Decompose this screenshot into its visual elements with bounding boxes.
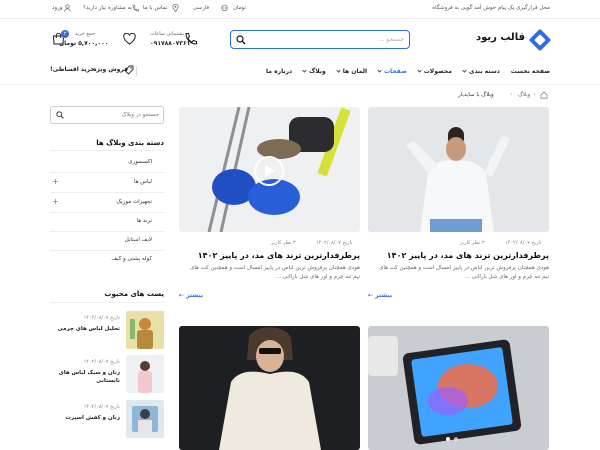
location-icon <box>172 4 179 12</box>
chevron-down-icon <box>377 67 382 73</box>
tag-icon <box>124 65 134 75</box>
support-label: پشتیبانی ساعات <box>150 31 184 37</box>
breadcrumb-current: وبلاگ با سایدبار <box>458 92 494 98</box>
popular-post-date: تاریخ ۱۴۰۲/۰۸/۰۷ <box>83 359 120 365</box>
breadcrumb-blog[interactable]: وبلاگ <box>518 92 530 98</box>
sidebar-search-input[interactable] <box>69 109 159 121</box>
expand-plus-icon[interactable]: + <box>52 197 59 206</box>
installment-link[interactable]: خرید اقساطی! <box>50 66 95 73</box>
search-input[interactable] <box>254 32 404 47</box>
post-excerpt: هودی همچنان پرفروش ترین لباس در پاییز ام… <box>379 265 549 280</box>
globe-icon <box>221 4 228 12</box>
support-phone[interactable]: ۰۹۱۷۸۸۰۷۳۶۱ <box>150 40 190 47</box>
category-item[interactable]: کوله پشتی و کیف <box>50 251 164 270</box>
popular-post-title[interactable]: زنان و سبک لباس های تابستانی <box>50 369 120 385</box>
popular-title: پست های محبوب <box>104 290 164 298</box>
post-comments[interactable]: ۳ نظر کاربر <box>460 240 485 246</box>
category-item[interactable]: لایف استایل <box>50 232 164 251</box>
nav-item-home[interactable]: صفحه نخست <box>511 68 550 75</box>
popular-post-thumbnail[interactable] <box>126 400 164 438</box>
breadcrumb-separator: ‹ <box>510 91 513 98</box>
read-more-link[interactable]: بیشتر ⇠ <box>368 292 392 299</box>
category-item[interactable]: تجهیزات موزیک + <box>50 194 164 213</box>
post-comments[interactable]: ۳ نظر کاربر <box>271 240 296 246</box>
top-bar: محل قرارگیری یک پیام خوش آمد گویی به فرو… <box>0 0 600 18</box>
nav-divider <box>0 84 600 85</box>
category-item[interactable]: لباس ها + <box>50 174 164 193</box>
phone-small-icon <box>132 4 139 12</box>
post-image[interactable] <box>179 107 360 232</box>
popular-post-date: تاریخ ۱۴۰۲/۰۸/۰۷ <box>83 315 120 321</box>
arrow-left-icon: ⇠ <box>179 292 185 299</box>
chevron-down-icon <box>462 67 467 73</box>
post-image[interactable] <box>179 326 360 450</box>
post-title[interactable]: پرطرفدارترین ترند های مد، در پاییز ۱۴۰۲ <box>198 251 360 260</box>
cart-label: جمع خرید <box>75 31 96 37</box>
section-divider <box>50 302 164 303</box>
category-item[interactable]: اکسسوری <box>50 154 164 173</box>
breadcrumb-separator: ‹ <box>533 91 536 98</box>
login-link[interactable]: ورود <box>52 5 62 11</box>
logo-mark[interactable] <box>528 28 552 52</box>
read-more-link[interactable]: بیشتر ⇠ <box>179 292 203 299</box>
home-icon[interactable] <box>540 91 548 99</box>
expand-plus-icon[interactable]: + <box>52 177 59 186</box>
post-date: تاریخ ۱۴۰۲/۰۸/۰۷ <box>316 240 353 246</box>
cart-total: ۵,۷۰۰,۰۰۰ تومان <box>59 40 109 47</box>
cart-count-badge: ۲ <box>61 30 69 38</box>
sidebar-search[interactable] <box>50 106 164 124</box>
nav-item-elements[interactable]: المان ها <box>336 67 367 75</box>
welcome-message: محل قرارگیری یک پیام خوش آمد گویی به فرو… <box>432 5 550 11</box>
post-image[interactable] <box>368 326 549 450</box>
chevron-down-icon <box>302 67 307 73</box>
popular-post-title[interactable]: تحلیل لباس های چرمی <box>50 325 120 333</box>
nav-item-blog[interactable]: وبلاگ <box>302 67 326 75</box>
contact-link[interactable]: تماس با ما <box>143 5 167 11</box>
main-nav: صفحه نخست دسته بندی محصولات صفحات المان … <box>255 66 550 76</box>
chevron-down-icon <box>336 67 341 73</box>
popular-post-title[interactable]: زنان و کفش اسپرت <box>50 414 120 422</box>
language-selector[interactable]: فارسی <box>193 5 209 11</box>
popular-post-item[interactable]: تاریخ ۱۴۰۲/۰۸/۰۷ زنان و کفش اسپرت <box>50 400 164 440</box>
header-search[interactable] <box>230 30 410 49</box>
popular-post-item[interactable]: تاریخ ۱۴۰۲/۰۸/۰۷ تحلیل لباس های چرمی <box>50 311 164 351</box>
heart-icon[interactable] <box>123 33 136 45</box>
search-icon[interactable] <box>236 34 246 45</box>
logo-text[interactable]: قالب ریود <box>476 32 525 43</box>
special-sale-link[interactable]: فروش ویژه <box>93 66 128 73</box>
user-icon <box>64 4 71 12</box>
nav-item-products[interactable]: محصولات <box>417 67 452 75</box>
section-divider <box>50 150 164 151</box>
nav-item-about[interactable]: درباره ما <box>266 68 292 75</box>
post-excerpt: هودی همچنان پرفروش ترین لباس در پاییز ام… <box>190 265 360 280</box>
topbar-divider <box>0 18 600 19</box>
category-item[interactable]: ترند ها <box>50 213 164 232</box>
chevron-down-icon <box>417 67 422 73</box>
nav-item-categories[interactable]: دسته بندی <box>462 67 500 75</box>
popular-post-thumbnail[interactable] <box>126 355 164 393</box>
nav-separator <box>136 66 137 76</box>
popular-post-thumbnail[interactable] <box>126 311 164 349</box>
currency-selector[interactable]: تومان <box>233 5 246 11</box>
categories-title: دسته بندی وبلاگ ها <box>96 139 164 147</box>
post-image[interactable] <box>368 107 549 232</box>
post-title[interactable]: پرطرفدارترین ترند های مد، در پاییز ۱۴۰۲ <box>387 251 549 260</box>
popular-post-item[interactable]: تاریخ ۱۴۰۲/۰۸/۰۷ زنان و سبک لباس های تاب… <box>50 355 164 395</box>
nav-item-pages[interactable]: صفحات <box>377 67 407 75</box>
search-icon[interactable] <box>56 111 64 119</box>
post-date: تاریخ ۱۴۰۲/۰۸/۰۷ <box>505 240 542 246</box>
consult-link[interactable]: به مشاوره نیاز دارید؟ <box>83 5 132 11</box>
arrow-left-icon: ⇠ <box>368 292 374 299</box>
popular-post-date: تاریخ ۱۴۰۲/۰۸/۰۷ <box>83 404 120 410</box>
